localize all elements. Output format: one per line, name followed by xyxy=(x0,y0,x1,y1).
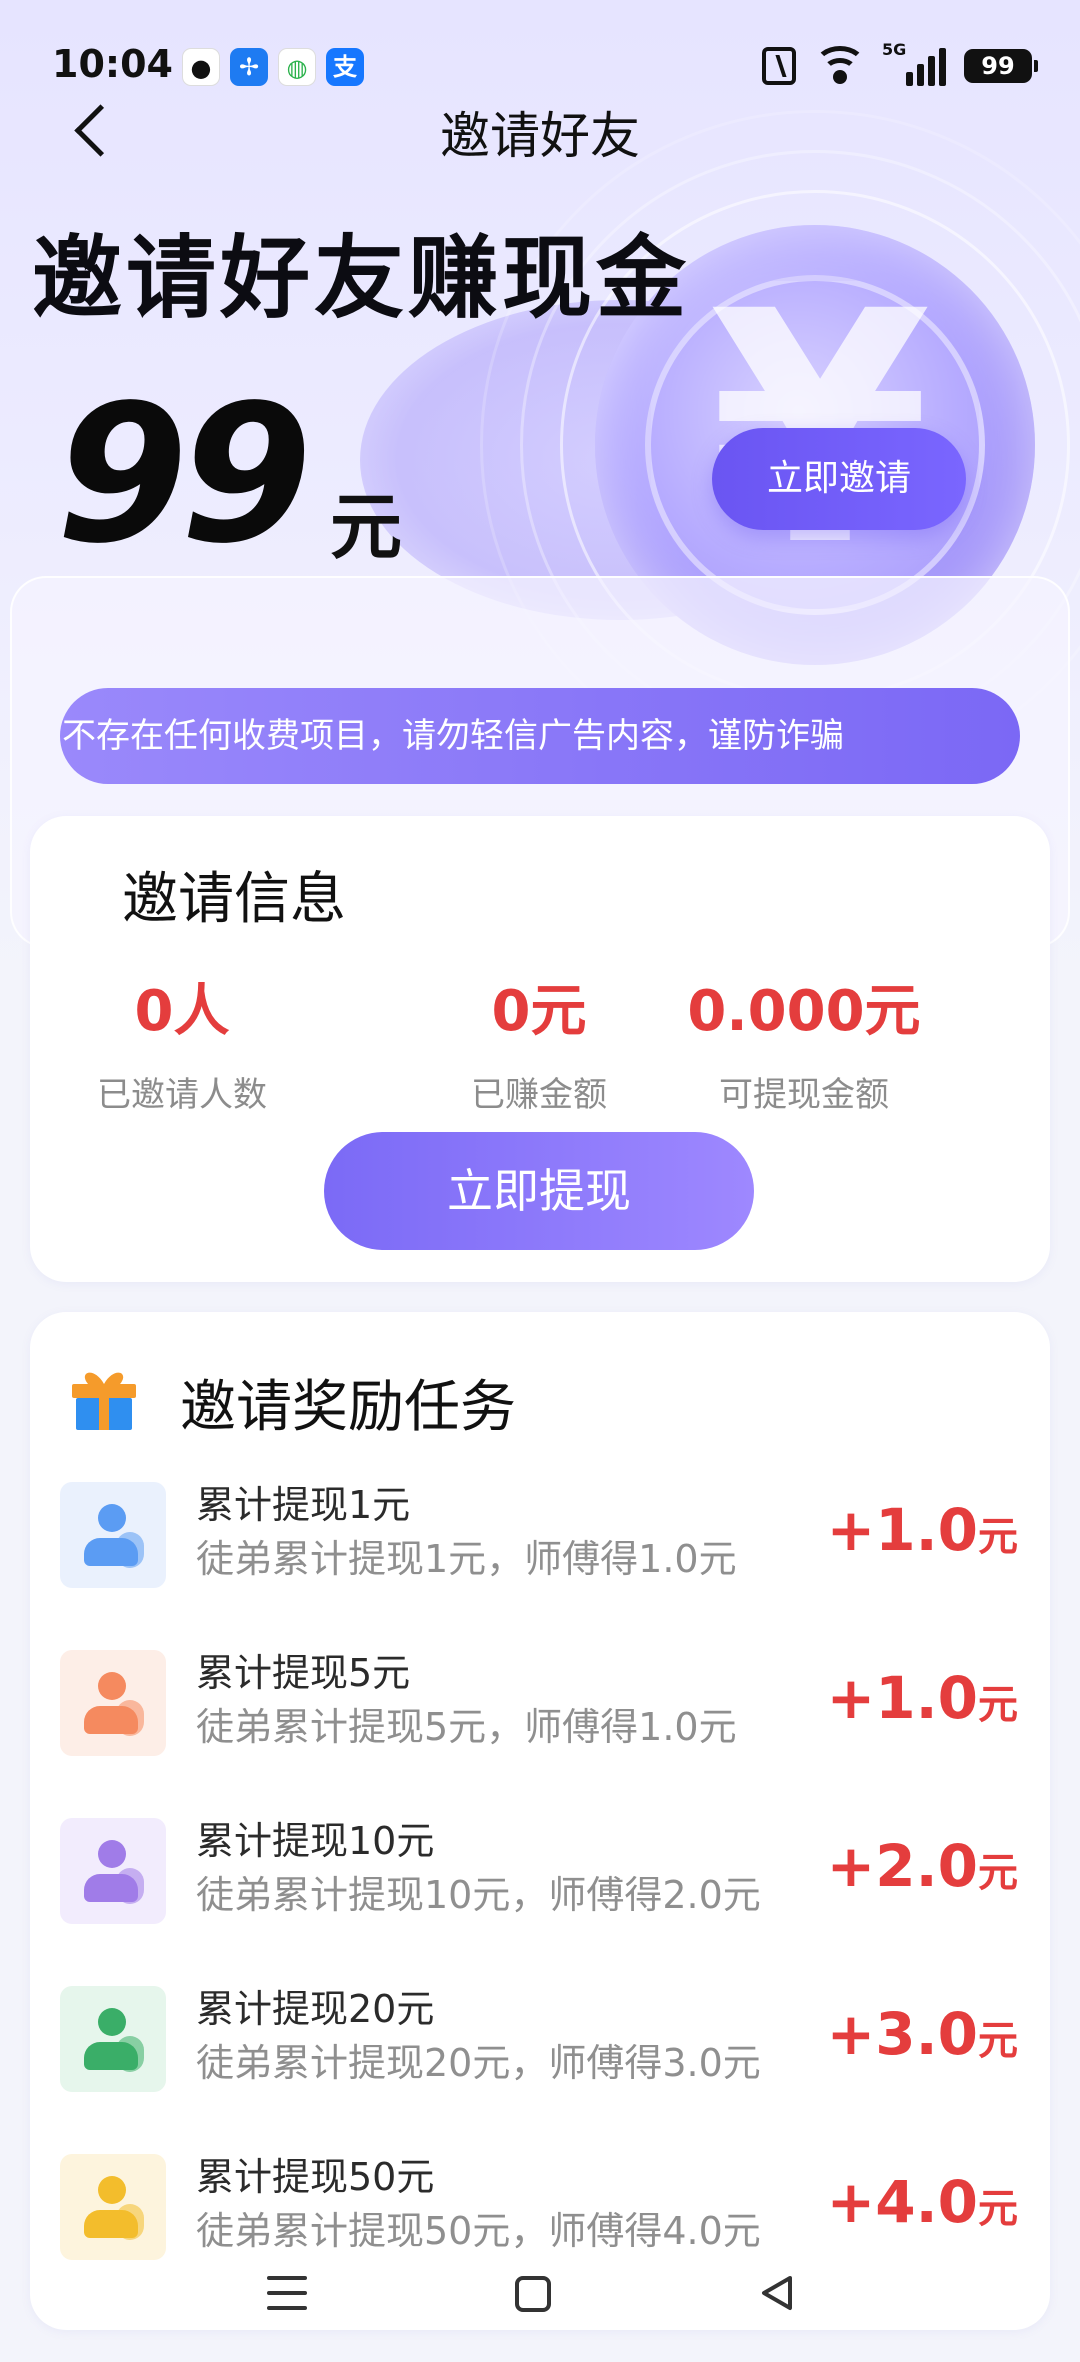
stat-label: 已赚金额 xyxy=(471,1075,607,1115)
task-description: 徒弟累计提现20元，师傅得3.0元 xyxy=(196,2041,761,2085)
users-icon xyxy=(60,2154,166,2260)
task-reward: +4.0元 xyxy=(827,2168,1018,2236)
withdraw-now-button[interactable]: 立即提现 xyxy=(324,1132,754,1250)
home-icon[interactable] xyxy=(515,2276,551,2312)
invite-now-button[interactable]: 立即邀请 xyxy=(712,428,966,530)
task-description: 徒弟累计提现5元，师傅得1.0元 xyxy=(196,1705,737,1749)
reward-tasks-card: 邀请奖励任务 累计提现1元 徒弟累计提现1元，师傅得1.0元 +1.0元 累计提现5元… xyxy=(30,1312,1050,2330)
stat-withdrawable-amount: 0.000元 可提现金额 xyxy=(654,966,954,1116)
anti-fraud-notice: 不存在任何收费项目，请勿轻信广告内容，谨防诈骗 xyxy=(60,688,1020,784)
task-reward: +3.0元 xyxy=(827,2000,1018,2068)
task-description: 徒弟累计提现50元，师傅得4.0元 xyxy=(196,2209,761,2253)
users-icon xyxy=(60,1650,166,1756)
stat-value: 0元 xyxy=(491,979,587,1044)
task-row[interactable]: 累计提现20元徒弟累计提现20元，师傅得3.0元 +3.0元 xyxy=(30,1986,1050,2126)
wifi-icon xyxy=(814,46,866,86)
stat-label: 已邀请人数 xyxy=(97,1075,267,1115)
task-reward-unit: 元 xyxy=(978,2186,1018,2232)
task-reward: +1.0元 xyxy=(827,1496,1018,1564)
task-reward-value: +3.0 xyxy=(826,2000,978,2068)
task-reward: +2.0元 xyxy=(827,1832,1018,1900)
reward-unit: 元 xyxy=(330,485,403,569)
task-reward-value: +1.0 xyxy=(826,1664,978,1732)
invite-info-title: 邀请信息 xyxy=(122,867,346,932)
gift-icon xyxy=(72,1372,136,1430)
task-name: 累计提现50元 xyxy=(196,2155,435,2199)
reward-amount: 99 xyxy=(56,364,312,585)
stat-earned-amount: 0元 已赚金额 xyxy=(389,966,689,1116)
task-reward-value: +4.0 xyxy=(826,2168,978,2236)
alipay-icon: 支 xyxy=(326,48,364,86)
stat-value: 0人 xyxy=(134,979,230,1044)
task-reward-unit: 元 xyxy=(978,1514,1018,1560)
task-row[interactable]: 累计提现5元徒弟累计提现5元，师傅得1.0元 +1.0元 xyxy=(30,1650,1050,1790)
invite-info-card: 邀请信息 0人 已邀请人数 0元 已赚金额 0.000元 可提现金额 立即提现 xyxy=(30,816,1050,1282)
task-reward-unit: 元 xyxy=(978,1850,1018,1896)
task-description: 徒弟累计提现1元，师傅得1.0元 xyxy=(196,1537,737,1581)
task-reward-unit: 元 xyxy=(978,2018,1018,2064)
network-type-label: 5G xyxy=(882,40,907,59)
task-name: 累计提现20元 xyxy=(196,1987,435,2031)
task-name: 累计提现10元 xyxy=(196,1819,435,1863)
stat-invited-count: 0人 已邀请人数 xyxy=(32,966,332,1116)
status-time: 10:04 xyxy=(52,42,173,86)
system-back-icon[interactable] xyxy=(758,2274,796,2312)
users-icon xyxy=(60,1818,166,1924)
nfc-icon xyxy=(762,47,796,85)
users-icon xyxy=(60,1482,166,1588)
task-row[interactable]: 累计提现10元徒弟累计提现10元，师傅得2.0元 +2.0元 xyxy=(30,1818,1050,1958)
pinwheel-app-icon: ✢ xyxy=(230,48,268,86)
china-mobile-icon: ◍ xyxy=(278,48,316,86)
task-name: 累计提现5元 xyxy=(196,1651,411,1695)
cellular-signal-icon: 5G xyxy=(882,40,946,86)
recent-apps-icon[interactable] xyxy=(267,2276,307,2310)
stat-value: 0.000元 xyxy=(687,979,921,1044)
task-reward-value: +1.0 xyxy=(826,1496,978,1564)
qq-icon: ● xyxy=(182,48,220,86)
task-reward-unit: 元 xyxy=(978,1682,1018,1728)
users-icon xyxy=(60,1986,166,2092)
stat-label: 可提现金额 xyxy=(719,1075,889,1115)
task-row[interactable]: 累计提现1元徒弟累计提现1元，师傅得1.0元 +1.0元 xyxy=(30,1482,1050,1622)
notice-text: 不存在任何收费项目，请勿轻信广告内容，谨防诈骗 xyxy=(62,716,844,756)
task-reward-value: +2.0 xyxy=(826,1832,978,1900)
system-nav-bar xyxy=(0,2270,1080,2330)
page-title: 邀请好友 xyxy=(440,107,640,165)
task-reward: +1.0元 xyxy=(827,1664,1018,1732)
hero-title: 邀请好友赚现金 xyxy=(32,226,690,331)
task-name: 累计提现1元 xyxy=(196,1483,411,1527)
battery-icon: 99 xyxy=(964,49,1038,83)
task-description: 徒弟累计提现10元，师傅得2.0元 xyxy=(196,1873,761,1917)
reward-tasks-title: 邀请奖励任务 xyxy=(180,1375,516,1440)
